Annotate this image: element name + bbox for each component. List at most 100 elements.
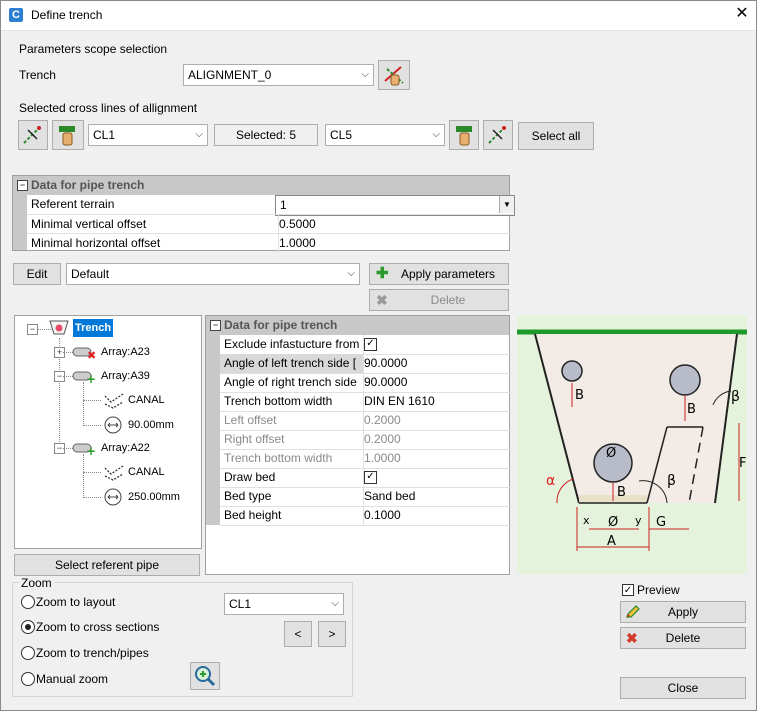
svg-text:+: +: [86, 372, 96, 384]
angle-left-side-value[interactable]: 90.0000: [360, 354, 513, 374]
close-button[interactable]: Close: [620, 677, 746, 699]
edit-button[interactable]: Edit: [13, 263, 61, 285]
radio-manual-zoom[interactable]: [21, 672, 35, 686]
window-title: Define trench: [31, 8, 103, 22]
cross-line-from-combo[interactable]: CL1 ⌵: [88, 124, 208, 146]
tree-item-diameter[interactable]: 90.00mm: [128, 416, 174, 434]
cross-line-to-value: CL5: [330, 128, 353, 142]
radio-zoom-cross-sections[interactable]: [21, 620, 35, 634]
diagram-label-b: B: [575, 388, 584, 403]
tree-item-diameter[interactable]: 250.00mm: [128, 488, 180, 506]
pipe-grid-title: Data for pipe trench: [224, 318, 338, 332]
diameter-icon: [104, 416, 122, 434]
trench-label: Trench: [19, 68, 56, 82]
cross-line-icon: [23, 125, 42, 144]
draw-bed-value[interactable]: ✓: [360, 468, 513, 488]
angle-left-side-label: Angle of left trench side [: [220, 354, 364, 374]
delete-preset-label: Delete: [430, 293, 466, 307]
tree-item-canal[interactable]: CANAL: [128, 463, 165, 481]
manual-zoom-button[interactable]: [190, 662, 220, 690]
pipe-delete-icon: ✖: [72, 347, 96, 360]
zoom-magnifier-icon: [195, 666, 216, 687]
radio-zoom-trench-pipes[interactable]: [21, 646, 35, 660]
next-cross-section-button[interactable]: >: [318, 621, 346, 647]
preview-checkbox[interactable]: ✓: [622, 584, 634, 596]
collapse-icon[interactable]: −: [17, 180, 28, 191]
tree-line: [83, 454, 84, 498]
delete-button[interactable]: ✖ Delete: [620, 627, 746, 649]
collapse-icon[interactable]: −: [210, 320, 221, 331]
chevron-down-icon: ⌵: [331, 598, 339, 609]
dropdown-arrow-icon[interactable]: ▼: [499, 196, 514, 213]
right-offset-value: 0.2000: [360, 430, 513, 450]
pick-cross-line-end-hand-button[interactable]: [449, 120, 479, 150]
preset-combo[interactable]: Default ⌵: [66, 263, 360, 285]
chevron-down-icon: ⌵: [195, 129, 203, 140]
radio-zoom-layout[interactable]: [21, 595, 35, 609]
pipe-property-grid: − Data for pipe trench Exclude infastuct…: [205, 315, 513, 575]
diagram-label-phi: Ø: [608, 515, 618, 530]
trench-diagram: B B B Ø Ø β β α F x y G A: [517, 315, 747, 574]
scope-section-label: Parameters scope selection: [19, 42, 168, 56]
tree-root-trench[interactable]: Trench: [73, 319, 114, 337]
tree-line: [83, 400, 101, 401]
previous-cross-section-button[interactable]: <: [284, 621, 312, 647]
terrain-grid-title: Data for pipe trench: [31, 178, 145, 192]
pick-hand-icon: [456, 126, 472, 146]
pick-cross-line-hand-button[interactable]: [52, 120, 84, 150]
selected-count: Selected: 5: [214, 124, 318, 146]
bed-type-value[interactable]: Sand bed: [360, 487, 513, 507]
checkbox-checked-icon[interactable]: ✓: [364, 471, 377, 485]
cross-line-to-combo[interactable]: CL5 ⌵: [325, 124, 445, 146]
chevron-down-icon: ⌵: [347, 268, 355, 279]
diagram-label-b: B: [617, 485, 626, 500]
left-offset-value: 0.2000: [360, 411, 513, 431]
delete-preset-button[interactable]: ✖ Delete: [369, 289, 509, 311]
zoom-layout-label[interactable]: Zoom to layout: [36, 595, 115, 609]
checkbox-checked-icon[interactable]: ✓: [364, 338, 377, 352]
trench-icon: [49, 320, 69, 335]
right-offset-label: Right offset: [220, 430, 364, 450]
close-window-icon[interactable]: ✕: [733, 5, 751, 23]
chevron-down-icon: ⌵: [432, 129, 440, 140]
zoom-cross-sections-label[interactable]: Zoom to cross sections: [36, 620, 159, 634]
diagram-label-beta: β: [731, 389, 740, 405]
bed-height-value[interactable]: 0.1000: [360, 506, 513, 526]
pick-trench-button[interactable]: [378, 60, 410, 90]
exclude-infrastructure-value[interactable]: ✓: [360, 335, 513, 355]
svg-text:✖: ✖: [87, 349, 96, 360]
select-referent-pipe-button[interactable]: Select referent pipe: [14, 554, 200, 576]
referent-terrain-combo[interactable]: 1 ▼: [275, 195, 515, 216]
trench-bottom-width-value[interactable]: DIN EN 1610: [360, 392, 513, 412]
diameter-icon: [104, 488, 122, 506]
min-vertical-offset-value[interactable]: 0.5000: [275, 214, 513, 234]
zoom-cross-line-combo[interactable]: CL1 ⌵: [224, 593, 344, 615]
tree-item-array-a39[interactable]: Array:A39: [101, 367, 150, 385]
tree-item-canal[interactable]: CANAL: [128, 391, 165, 409]
manual-zoom-label[interactable]: Manual zoom: [36, 672, 108, 686]
apply-parameters-button[interactable]: ✚ Apply parameters: [369, 263, 509, 285]
trench-bottom-width-fixed-label: Trench bottom width: [220, 449, 364, 469]
diagram-label-f: F: [739, 456, 746, 471]
zoom-trench-pipes-label[interactable]: Zoom to trench/pipes: [36, 646, 149, 660]
diagram-label-a: A: [607, 534, 616, 549]
apply-button[interactable]: Apply: [620, 601, 746, 623]
app-icon: C: [9, 8, 23, 22]
pick-cross-line-start-button[interactable]: [18, 120, 48, 150]
tree-item-array-a22[interactable]: Array:A22: [101, 439, 150, 457]
angle-right-side-value[interactable]: 90.0000: [360, 373, 513, 393]
bed-type-label: Bed type: [220, 487, 364, 507]
grid-gutter: [13, 195, 27, 250]
diagram-label-y: y: [635, 514, 642, 527]
preview-label[interactable]: Preview: [637, 583, 680, 597]
select-all-button[interactable]: Select all: [518, 122, 594, 150]
min-horizontal-offset-value[interactable]: 1.0000: [275, 233, 513, 253]
trench-combo-value: ALIGNMENT_0: [188, 68, 272, 82]
delete-label: Delete: [665, 631, 701, 645]
trench-combo[interactable]: ALIGNMENT_0 ⌵: [183, 64, 374, 86]
tree-line: [83, 382, 84, 426]
tree-item-array-a23[interactable]: Array:A23: [101, 343, 150, 361]
pick-cross-line-end-button[interactable]: [483, 120, 513, 150]
delete-x-icon: ✖: [376, 292, 388, 308]
diagram-label-alpha: α: [546, 473, 555, 489]
